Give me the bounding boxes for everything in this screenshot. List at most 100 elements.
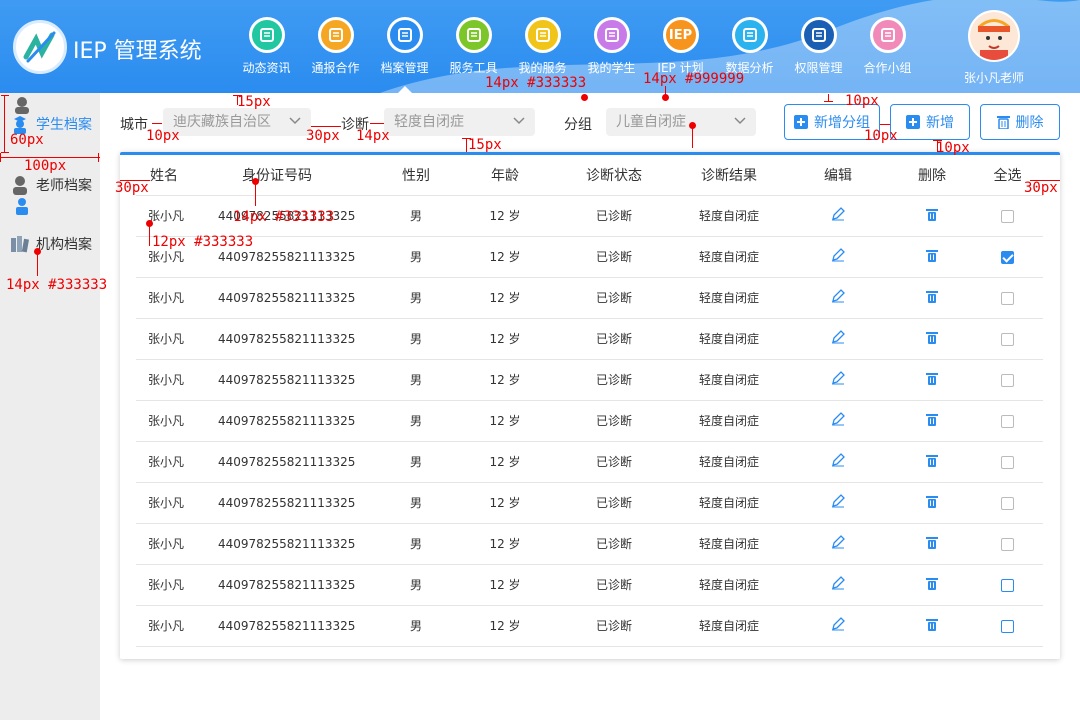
- cell-id: 440978255821113325: [206, 359, 376, 401]
- edit-icon[interactable]: [831, 535, 845, 552]
- cell-status: 已诊断: [554, 400, 674, 442]
- row-checkbox[interactable]: [1001, 414, 1014, 428]
- books-icon: [11, 236, 29, 253]
- edit-icon[interactable]: [831, 248, 845, 265]
- cell-result: 轻度自闭症: [674, 441, 784, 483]
- row-checkbox[interactable]: [1001, 619, 1014, 633]
- column-header: 删除: [892, 155, 972, 196]
- edit-icon[interactable]: [831, 576, 845, 593]
- annotation: 14px #999999: [643, 71, 745, 87]
- column-header: 编辑: [784, 155, 892, 196]
- row-checkbox[interactable]: [1001, 496, 1014, 510]
- cell-gender: 男: [376, 277, 456, 319]
- cell-edit: [784, 400, 892, 442]
- table-row: 张小凡 440978255821113325 男 12 岁已诊断 轻度自闭症: [136, 441, 1043, 483]
- cell-gender: 男: [376, 318, 456, 360]
- nav-label: 通报合作: [311, 61, 360, 75]
- edit-icon[interactable]: [831, 330, 845, 347]
- trash-icon[interactable]: [926, 454, 938, 470]
- row-checkbox[interactable]: [1001, 578, 1014, 592]
- cell-status: 已诊断: [554, 318, 674, 360]
- cell-delete: [892, 482, 972, 524]
- news-icon: [248, 17, 285, 53]
- cell-select: [972, 564, 1043, 606]
- trash-icon: [996, 116, 1010, 129]
- nav-label: 权限管理: [794, 61, 843, 75]
- cell-delete: [892, 441, 972, 483]
- cell-edit: [784, 482, 892, 524]
- group-select-value: 儿童自闭症: [616, 114, 686, 130]
- sidebar: 学生档案 老师档案 机构档案: [0, 93, 100, 720]
- trash-icon[interactable]: [926, 290, 938, 306]
- trash-icon[interactable]: [926, 495, 938, 511]
- annotation: 30px: [1024, 180, 1058, 196]
- user-profile[interactable]: 张小凡老师: [964, 10, 1024, 86]
- trash-icon[interactable]: [926, 249, 938, 265]
- sidebar-item-teacher-archive[interactable]: 老师档案: [10, 173, 92, 197]
- cell-delete: [892, 277, 972, 319]
- app-logo[interactable]: [13, 20, 67, 74]
- row-checkbox[interactable]: [1001, 291, 1014, 305]
- table-row: 张小凡 440978255821113325 男 12 岁已诊断 轻度自闭症: [136, 400, 1043, 442]
- cell-select: [972, 359, 1043, 401]
- cell-result: 轻度自闭症: [674, 523, 784, 565]
- cell-id: 440978255821113325: [206, 277, 376, 319]
- handshake-icon: [317, 17, 354, 53]
- trash-icon[interactable]: [926, 208, 938, 224]
- trash-icon[interactable]: [926, 618, 938, 634]
- cell-name: 张小凡: [136, 523, 206, 565]
- trash-icon[interactable]: [926, 577, 938, 593]
- edit-icon[interactable]: [831, 371, 845, 388]
- sidebar-item-label: 老师档案: [36, 178, 92, 194]
- group-select[interactable]: 儿童自闭症: [606, 108, 756, 136]
- group-label: 分组: [564, 117, 592, 133]
- annotation: 15px: [468, 137, 502, 153]
- nav-item-0[interactable]: 动态资讯: [232, 0, 301, 93]
- table-body: 张小凡 440978255821113325 男 12 岁已诊断 轻度自闭症 张小凡 440…: [136, 195, 1043, 647]
- diagnosis-select[interactable]: 轻度自闭症: [384, 108, 535, 136]
- avatar[interactable]: [968, 10, 1020, 62]
- cell-status: 已诊断: [554, 277, 674, 319]
- row-checkbox[interactable]: [1001, 455, 1014, 469]
- column-header: 诊断状态: [554, 155, 674, 196]
- column-header: 身份证号码: [206, 155, 376, 196]
- nav-item-9[interactable]: 合作小组: [853, 0, 922, 93]
- cell-name: 张小凡: [136, 564, 206, 606]
- trash-icon[interactable]: [926, 372, 938, 388]
- annotation: 10px: [864, 128, 898, 144]
- nav-item-1[interactable]: 通报合作: [301, 0, 370, 93]
- cell-name: 张小凡: [136, 482, 206, 524]
- edit-icon[interactable]: [831, 617, 845, 634]
- cell-delete: [892, 359, 972, 401]
- cell-gender: 男: [376, 441, 456, 483]
- row-checkbox[interactable]: [1001, 209, 1014, 223]
- row-checkbox[interactable]: [1001, 373, 1014, 387]
- cell-edit: [784, 523, 892, 565]
- row-checkbox[interactable]: [1001, 537, 1014, 551]
- cell-result: 轻度自闭症: [674, 277, 784, 319]
- trash-icon[interactable]: [926, 331, 938, 347]
- edit-icon[interactable]: [831, 453, 845, 470]
- nav-item-8[interactable]: 权限管理: [784, 0, 853, 93]
- trash-icon[interactable]: [926, 413, 938, 429]
- sidebar-item-org-archive[interactable]: 机构档案: [10, 232, 92, 256]
- add-button[interactable]: 新增: [890, 104, 970, 140]
- chevron-down-icon: [513, 117, 525, 125]
- student-table: 姓名 身份证号码 性别 年龄 诊断状态 诊断结果 编辑 删除 全选 张小凡 44097825582…: [136, 155, 1043, 647]
- city-select[interactable]: 迪庆藏族自治区: [163, 108, 311, 136]
- edit-icon[interactable]: [831, 412, 845, 429]
- nav-item-5[interactable]: 我的学生: [577, 0, 646, 93]
- trash-icon[interactable]: [926, 536, 938, 552]
- edit-icon[interactable]: [831, 289, 845, 306]
- edit-icon[interactable]: [831, 494, 845, 511]
- row-checkbox[interactable]: [1001, 332, 1014, 346]
- cell-result: 轻度自闭症: [674, 359, 784, 401]
- cell-name: 张小凡: [136, 318, 206, 360]
- cell-id: 440978255821113325: [206, 605, 376, 647]
- nav-item-2[interactable]: 档案管理: [370, 0, 439, 93]
- row-checkbox[interactable]: [1001, 250, 1014, 264]
- chevron-down-icon: [289, 117, 301, 125]
- edit-icon[interactable]: [831, 207, 845, 224]
- cell-select: [972, 236, 1043, 278]
- delete-button[interactable]: 删除: [980, 104, 1060, 140]
